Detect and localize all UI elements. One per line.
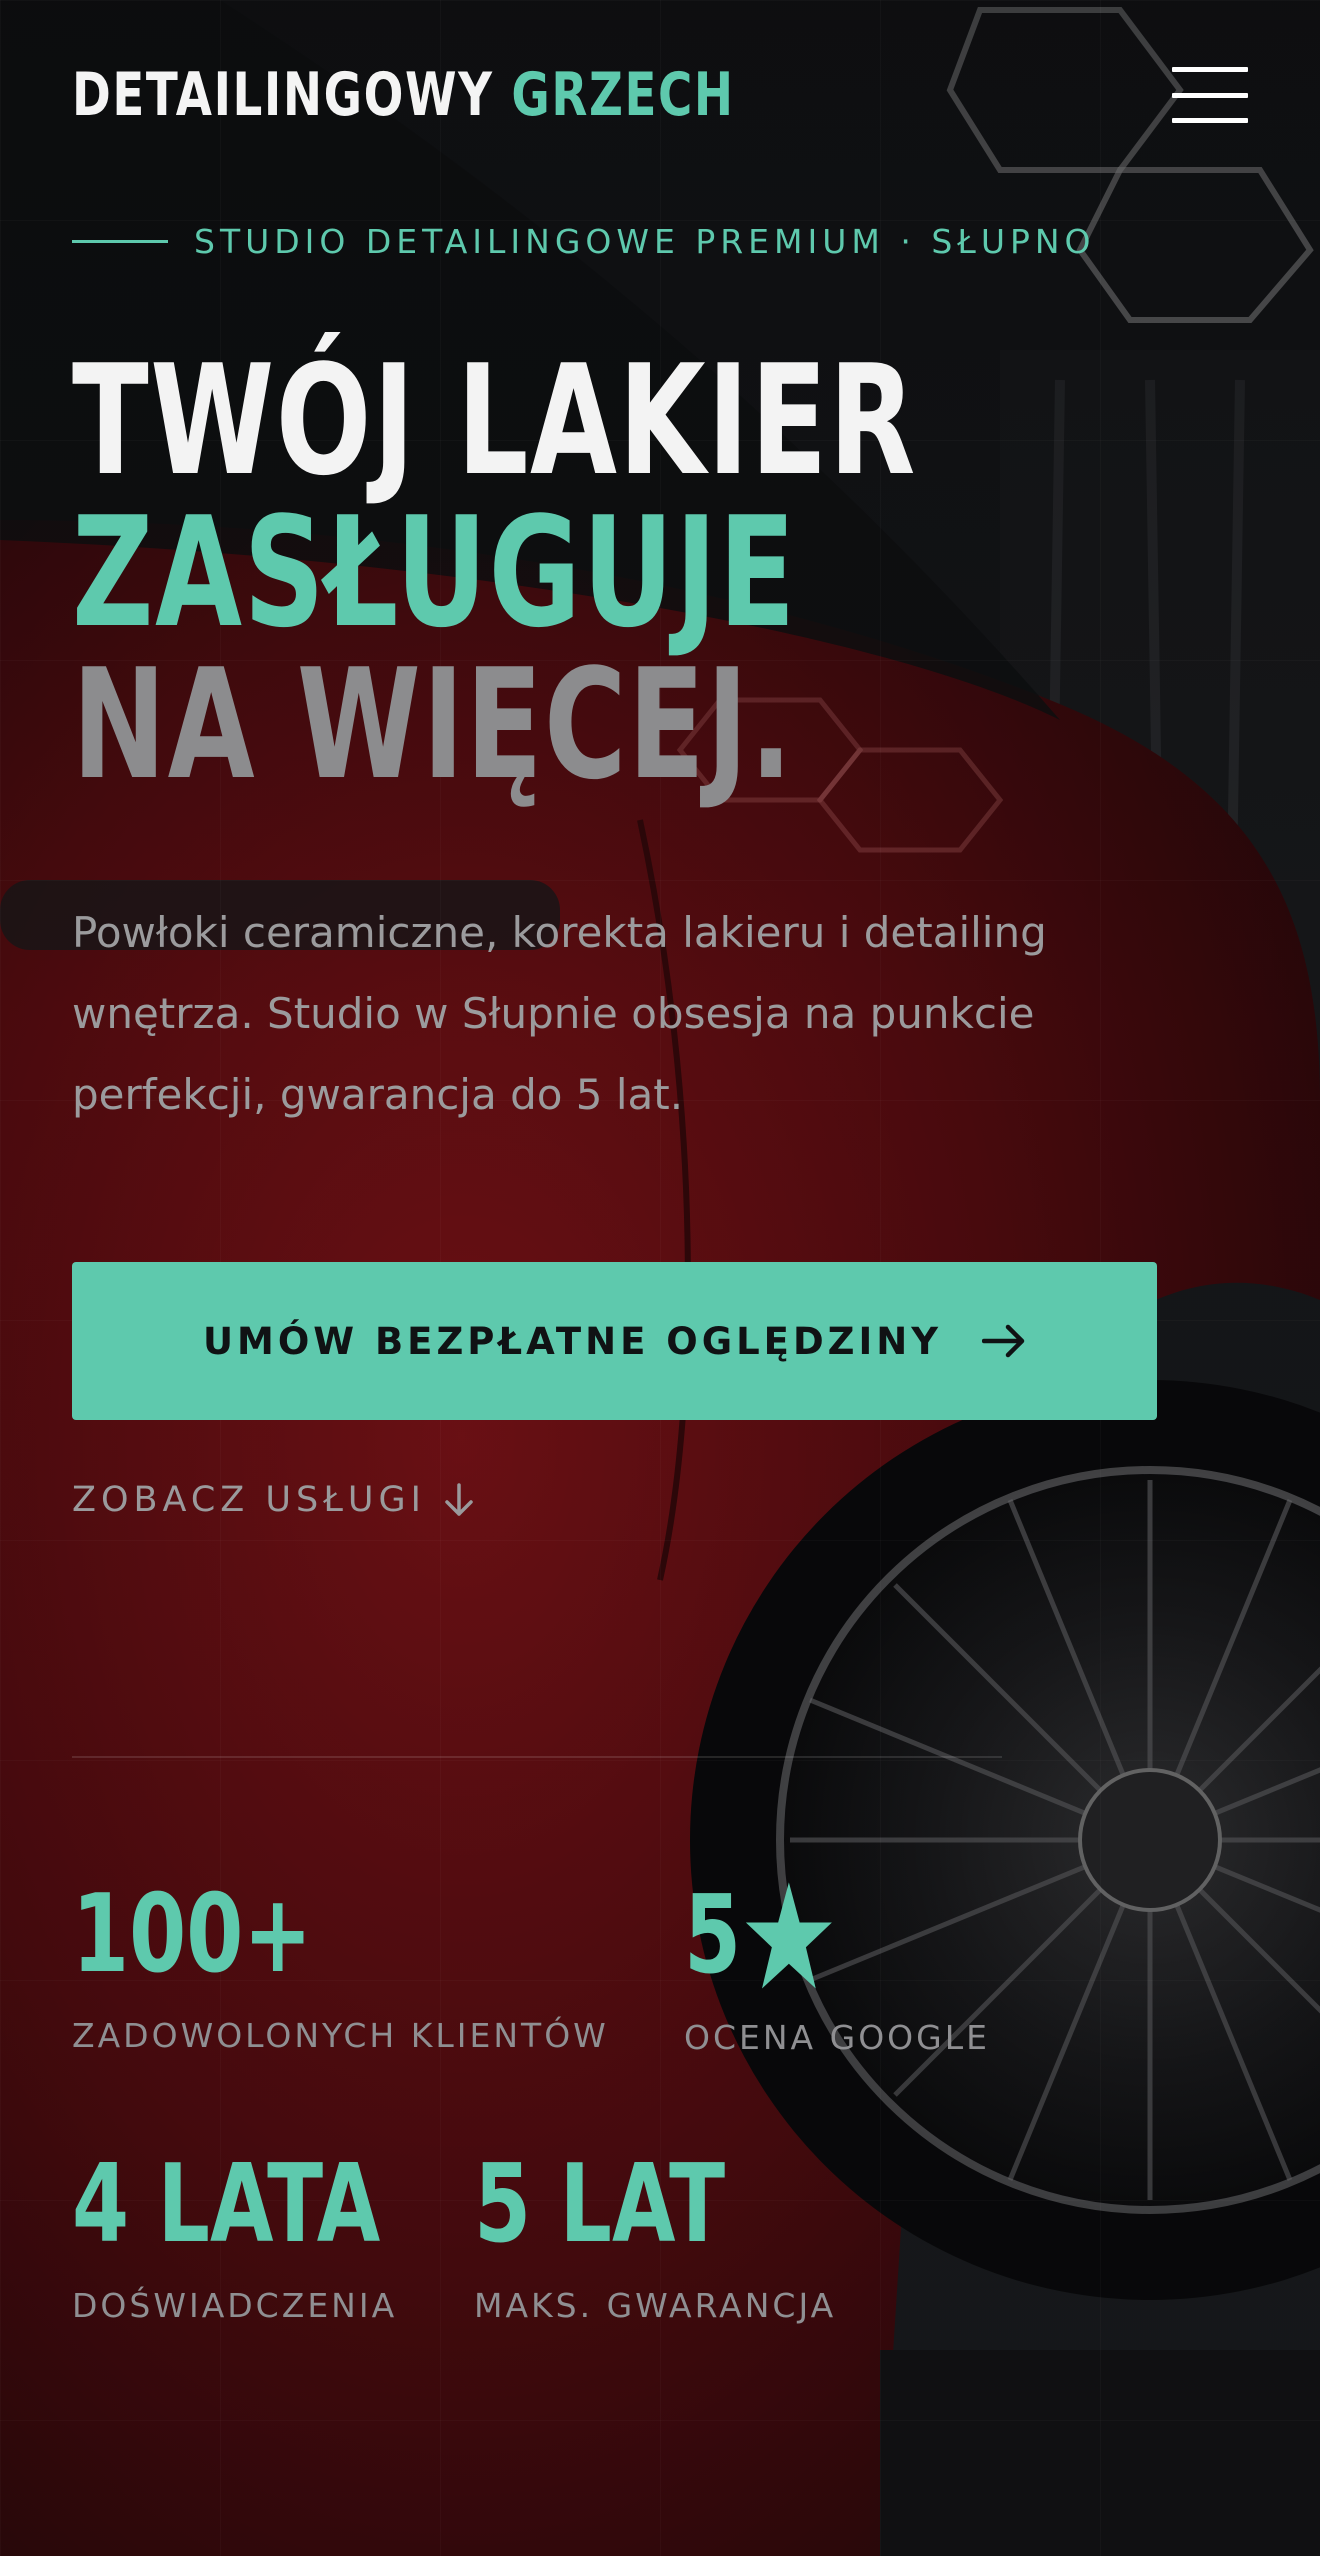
stat-google-rating: 5 OCENA GOOGLE (684, 1880, 990, 2058)
stat-clients-label: ZADOWOLONYCH KLIENTÓW (72, 2016, 609, 2055)
headline-line-2: ZASŁUGUJE (72, 484, 797, 661)
stat-experience-value: 4 LATA (72, 2142, 381, 2267)
stat-warranty-label: MAKS. GWARANCJA (474, 2286, 837, 2325)
see-services-link[interactable]: ZOBACZ USŁUGI (72, 1480, 476, 1520)
hero-lead: Powłoki ceramiczne, korekta lakieru i de… (72, 908, 1047, 1119)
stat-google-rating-number: 5 (684, 1873, 742, 1998)
brand-name: DETAILINGOWY (72, 60, 494, 130)
arrow-down-icon (445, 1483, 473, 1516)
stat-warranty: 5 LAT MAKS. GWARANCJA (474, 2142, 837, 2326)
stat-clients: 100+ ZADOWOLONYCH KLIENTÓW (72, 1872, 609, 2056)
stat-google-rating-value: 5 (684, 1880, 917, 1992)
stat-clients-value: 100+ (72, 1872, 313, 1997)
stat-experience: 4 LATA DOŚWIADCZENIA (72, 2142, 478, 2326)
stat-warranty-value: 5 LAT (474, 2142, 726, 2267)
book-inspection-button[interactable]: UMÓW BEZPŁATNE OGLĘDZINY (72, 1262, 1157, 1420)
book-inspection-label: UMÓW BEZPŁATNE OGLĘDZINY (202, 1319, 943, 1363)
brand-name-accent: GRZECH (511, 60, 735, 130)
page: DETAILINGOWY GRZECH STUDIO DETAILINGOWE … (0, 0, 1320, 2556)
star-icon (745, 1882, 833, 1989)
headline-line-3: NA WIĘCEJ. (72, 636, 794, 813)
eyebrow: STUDIO DETAILINGOWE PREMIUM · SŁUPNO (72, 222, 1096, 261)
arrow-right-icon (982, 1324, 1025, 1358)
stats-divider (72, 1756, 1002, 1758)
brand-logo[interactable]: DETAILINGOWY GRZECH (72, 60, 735, 130)
stat-experience-label: DOŚWIADCZENIA (72, 2286, 398, 2325)
see-services-label: ZOBACZ USŁUGI (72, 1480, 426, 1520)
eyebrow-text: STUDIO DETAILINGOWE PREMIUM · SŁUPNO (194, 222, 1096, 261)
hero-headline: TWÓJ LAKIER ZASŁUGUJE NA WIĘCEJ. (72, 345, 917, 801)
eyebrow-line (72, 240, 168, 243)
site-header: DETAILINGOWY GRZECH (72, 50, 1248, 140)
hamburger-menu-icon[interactable] (1172, 67, 1248, 123)
headline-line-1: TWÓJ LAKIER (72, 332, 917, 509)
stat-google-rating-label: OCENA GOOGLE (684, 2018, 990, 2057)
